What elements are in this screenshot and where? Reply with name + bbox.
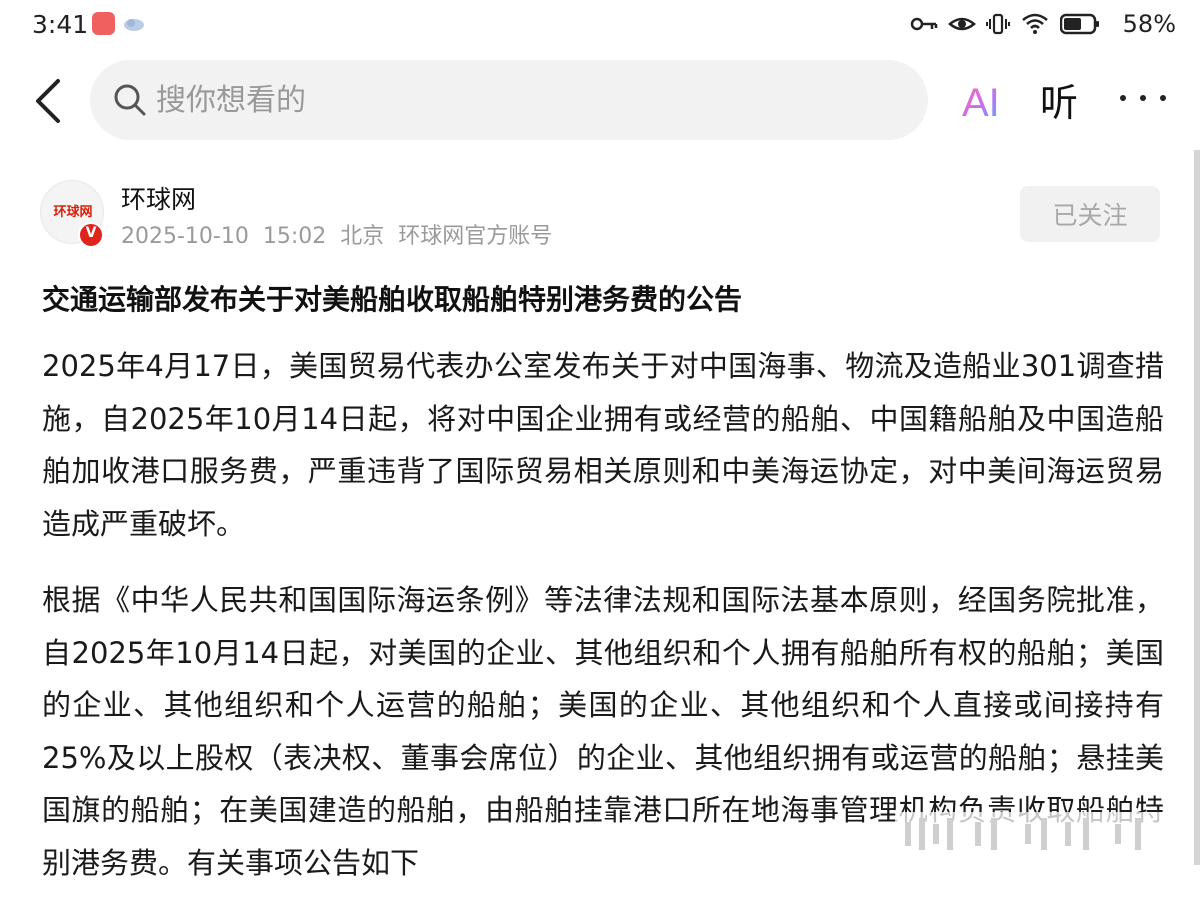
battery-percent: 58% bbox=[1122, 10, 1176, 38]
search-icon bbox=[114, 84, 146, 116]
listen-button[interactable]: 听 bbox=[1040, 72, 1078, 127]
follow-button[interactable]: 已关注 bbox=[1020, 186, 1160, 242]
author-name[interactable]: 环球网 bbox=[121, 180, 196, 216]
status-time: 3:41 bbox=[32, 10, 89, 39]
back-button[interactable] bbox=[30, 78, 70, 124]
search-input[interactable] bbox=[156, 78, 856, 122]
more-options-button[interactable] bbox=[1120, 90, 1166, 106]
ai-label: AI bbox=[962, 81, 1000, 125]
verified-badge: V bbox=[78, 222, 104, 248]
article-title: 交通运输部发布关于对美船舶收取船舶特别港务费的公告 bbox=[42, 283, 743, 316]
ai-button[interactable]: AI bbox=[960, 74, 1012, 126]
more-dot bbox=[1160, 95, 1166, 101]
more-dot bbox=[1140, 95, 1146, 101]
account-type: 环球网官方账号 bbox=[398, 224, 553, 249]
key-icon bbox=[910, 17, 938, 31]
verified-mark: V bbox=[85, 225, 97, 241]
cloud-app-icon bbox=[124, 19, 144, 31]
wifi-icon bbox=[1022, 13, 1048, 34]
scroll-indicator[interactable] bbox=[1194, 150, 1200, 865]
publish-date: 2025-10-10 bbox=[121, 224, 249, 249]
battery-icon bbox=[1060, 13, 1099, 35]
vibrate-icon bbox=[986, 13, 1010, 35]
article-paragraph: 2025年4月17日，美国贸易代表办公室发布关于对中国海事、物流及造船业301调… bbox=[42, 349, 1164, 541]
more-dot bbox=[1120, 95, 1126, 101]
watermark-overlay bbox=[895, 812, 1175, 856]
shopping-app-icon bbox=[92, 12, 115, 35]
status-icons bbox=[910, 10, 1100, 38]
avatar-logo-text: 环球网 bbox=[53, 205, 93, 220]
eye-icon bbox=[948, 17, 976, 31]
publish-time: 15:02 bbox=[262, 224, 327, 249]
status-bar: 3:41 58% bbox=[0, 0, 1200, 50]
author-meta: 2025-10-10 15:02 北京 环球网官方账号 bbox=[121, 218, 566, 250]
publish-location: 北京 bbox=[340, 224, 385, 249]
